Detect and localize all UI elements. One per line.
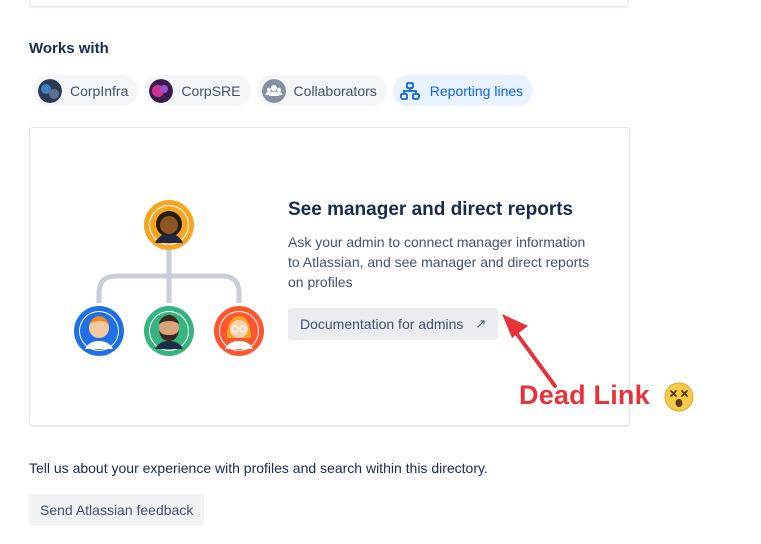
works-with-chips: CorpInfra CorpSRE Collaborators Reportin… [33,75,534,106]
previous-card-edge [29,0,629,7]
org-chart-illustration [74,200,264,356]
send-feedback-button[interactable]: Send Atlassian feedback [29,494,205,526]
hierarchy-icon [399,81,420,100]
people-icon [261,78,286,103]
documentation-for-admins-button[interactable]: Documentation for admins ↗ [288,308,499,340]
chip-label: CorpInfra [70,82,129,99]
dizzy-face-emoji-icon [664,382,694,412]
chip-collaborators[interactable]: Collaborators [256,75,387,106]
doc-button-label: Documentation for admins [300,316,464,332]
dead-link-annotation: Dead Link [519,380,650,410]
chip-label: Collaborators [293,82,377,99]
chip-reporting-lines[interactable]: Reporting lines [392,75,534,106]
works-with-title: Works with [29,40,109,57]
chip-label: CorpSRE [181,82,241,99]
panel-description: Ask your admin to connect manager inform… [288,234,590,290]
chip-corpsre[interactable]: CorpSRE [144,75,251,106]
panel-heading: See manager and direct reports [288,199,574,220]
team-avatar-icon [149,78,174,103]
external-link-icon: ↗ [475,316,487,331]
team-avatar-icon [38,78,62,103]
feedback-prompt: Tell us about your experience with profi… [29,460,488,476]
chip-corpinfra[interactable]: CorpInfra [33,75,139,106]
chip-label: Reporting lines [429,82,524,99]
